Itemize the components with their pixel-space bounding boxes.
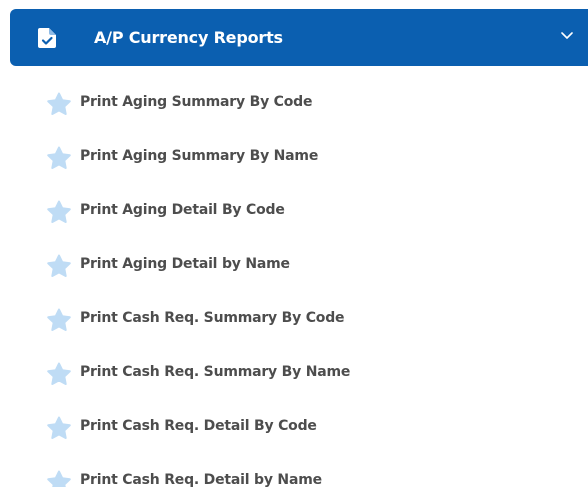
section-header-ap-currency-reports[interactable]: A/P Currency Reports bbox=[10, 9, 588, 66]
star-icon[interactable] bbox=[46, 416, 72, 440]
menu-item-label: Print Aging Detail By Code bbox=[80, 202, 285, 218]
section-title: A/P Currency Reports bbox=[94, 28, 283, 47]
menu-item-print-cash-req-detail-by-code[interactable]: Print Cash Req. Detail By Code bbox=[0, 399, 588, 453]
menu-item-label: Print Aging Summary By Code bbox=[80, 94, 313, 110]
chevron-down-icon[interactable] bbox=[561, 32, 573, 40]
menu-item-print-aging-detail-by-name[interactable]: Print Aging Detail by Name bbox=[0, 237, 588, 291]
menu-item-label: Print Cash Req. Summary By Code bbox=[80, 310, 345, 326]
star-icon[interactable] bbox=[46, 362, 72, 386]
star-icon[interactable] bbox=[46, 254, 72, 278]
star-icon[interactable] bbox=[46, 308, 72, 332]
menu-item-print-cash-req-summary-by-code[interactable]: Print Cash Req. Summary By Code bbox=[0, 291, 588, 345]
menu-item-print-aging-detail-by-code[interactable]: Print Aging Detail By Code bbox=[0, 183, 588, 237]
menu-item-label: Print Aging Detail by Name bbox=[80, 256, 290, 272]
star-icon[interactable] bbox=[46, 146, 72, 170]
star-icon[interactable] bbox=[46, 92, 72, 116]
menu-item-label: Print Cash Req. Detail by Name bbox=[80, 472, 322, 487]
star-icon[interactable] bbox=[46, 200, 72, 224]
menu-item-label: Print Cash Req. Summary By Name bbox=[80, 364, 351, 380]
star-icon[interactable] bbox=[46, 470, 72, 487]
menu-item-label: Print Aging Summary By Name bbox=[80, 148, 319, 164]
menu-item-label: Print Cash Req. Detail By Code bbox=[80, 418, 317, 434]
report-menu-list: Print Aging Summary By Code Print Aging … bbox=[0, 75, 588, 487]
menu-item-print-cash-req-summary-by-name[interactable]: Print Cash Req. Summary By Name bbox=[0, 345, 588, 399]
file-check-icon bbox=[38, 28, 56, 48]
menu-item-print-cash-req-detail-by-name[interactable]: Print Cash Req. Detail by Name bbox=[0, 453, 588, 487]
ap-currency-reports-panel: A/P Currency Reports Print Aging Summary… bbox=[0, 0, 588, 487]
menu-item-print-aging-summary-by-code[interactable]: Print Aging Summary By Code bbox=[0, 75, 588, 129]
menu-item-print-aging-summary-by-name[interactable]: Print Aging Summary By Name bbox=[0, 129, 588, 183]
